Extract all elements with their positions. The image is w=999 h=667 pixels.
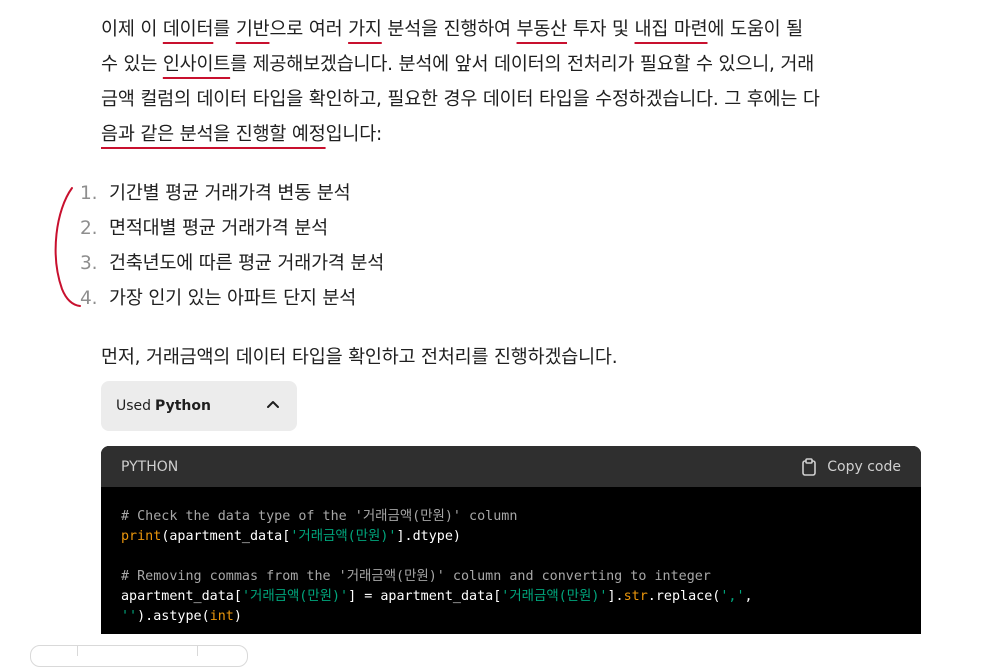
list-item: 4. 가장 인기 있는 아파트 단지 분석 xyxy=(80,281,384,316)
text-segment: 를 제공해보겠습니다. 분석에 앞서 데이터의 전처리가 필요할 수 있으니, … xyxy=(230,54,815,75)
used-label: Used xyxy=(116,398,152,414)
underlined-text: 음과 같은 분석을 진행할 예정 xyxy=(101,124,326,145)
list-text: 기간별 평균 거래가격 변동 분석 xyxy=(109,183,351,204)
underlined-text: 기반 xyxy=(235,19,270,40)
code-token: ) xyxy=(233,609,242,624)
code-line: '').astype(int) xyxy=(121,607,901,627)
code-token: ).astype( xyxy=(137,609,210,624)
code-line: # Removing commas from the '거래금액(만원)' co… xyxy=(121,567,901,587)
text-segment: 수 있는 xyxy=(101,54,163,75)
underlined-text: 가지 xyxy=(348,19,382,40)
code-line: apartment_data['거래금액(만원)'] = apartment_d… xyxy=(121,587,901,607)
text-segment: 입니다: xyxy=(325,124,383,145)
list-text: 가장 인기 있는 아파트 단지 분석 xyxy=(109,288,357,309)
used-python-toggle[interactable]: Used Python xyxy=(101,381,297,431)
code-token: (apartment_data[ xyxy=(161,529,291,544)
paragraph-line-4: 음과 같은 분석을 진행할 예정입니다: xyxy=(101,117,925,152)
list-text: 건축년도에 따른 평균 거래가격 분석 xyxy=(109,253,385,274)
code-language-label: PYTHON xyxy=(121,458,179,475)
code-token: .replace( xyxy=(647,589,721,604)
code-token: ] = apartment_data[ xyxy=(348,589,502,604)
text-segment: 투자 및 xyxy=(567,19,635,40)
text-segment: 에 도움이 될 xyxy=(707,19,804,40)
code-token: '' xyxy=(121,609,138,624)
underlined-text: 인사이트 xyxy=(162,54,231,75)
code-token: , xyxy=(744,589,753,604)
code-header: PYTHON Copy code xyxy=(101,446,921,487)
text-segment: 이제 이 xyxy=(101,19,163,40)
text-segment: 분석을 진행하여 xyxy=(381,19,517,40)
text-segment: 를 xyxy=(213,19,236,40)
list-text: 면적대별 평균 거래가격 분석 xyxy=(109,218,328,239)
clipboard-icon xyxy=(802,457,817,476)
code-block: PYTHON Copy code # Check the data type o… xyxy=(101,446,921,634)
code-token: str xyxy=(623,589,648,604)
code-token: # Check the data type of the '거래금액(만원)' … xyxy=(121,509,518,524)
code-token: print xyxy=(121,529,162,544)
message-actions-bar xyxy=(30,645,248,667)
code-token: '거래금액(만원)' xyxy=(241,589,349,604)
code-token: int xyxy=(209,609,234,624)
code-line: # Check the data type of the '거래금액(만원)' … xyxy=(121,507,901,527)
paragraph-line-1: 이제 이 데이터를 기반으로 여러 가지 분석을 진행하여 부동산 투자 및 내… xyxy=(101,12,925,47)
divider xyxy=(77,646,78,656)
list-number: 2. xyxy=(80,218,98,239)
chevron-up-icon xyxy=(267,401,279,408)
list-number: 4. xyxy=(80,288,98,309)
underlined-text: 내집 마련 xyxy=(634,19,708,40)
divider xyxy=(197,646,198,656)
assistant-message-paragraph: 이제 이 데이터를 기반으로 여러 가지 분석을 진행하여 부동산 투자 및 내… xyxy=(101,12,925,152)
code-token: '거래금액(만원)' xyxy=(290,529,397,544)
text-segment: 으로 여러 xyxy=(269,19,349,40)
code-token: # Removing commas from the '거래금액(만원)' co… xyxy=(121,569,711,584)
list-item: 1. 기간별 평균 거래가격 변동 분석 xyxy=(80,176,384,211)
python-label: Python xyxy=(155,398,211,414)
underlined-text: 부동산 xyxy=(516,19,568,40)
code-token: '거래금액(만원)' xyxy=(501,589,608,604)
code-token: ',' xyxy=(720,589,745,604)
list-number: 1. xyxy=(80,183,98,204)
list-item: 2. 면적대별 평균 거래가격 분석 xyxy=(80,211,384,246)
red-bracket-annotation xyxy=(54,187,81,307)
code-line: print(apartment_data['거래금액(만원)'].dtype) xyxy=(121,527,901,547)
code-token: ]. xyxy=(607,589,624,604)
copy-code-label: Copy code xyxy=(827,458,901,475)
paragraph-line-3: 금액 컬럼의 데이터 타입을 확인하고, 필요한 경우 데이터 타입을 수정하겠… xyxy=(101,82,925,117)
code-token: apartment_data[ xyxy=(121,589,242,604)
intro-text: 먼저, 거래금액의 데이터 타입을 확인하고 전처리를 진행하겠습니다. xyxy=(101,347,618,368)
list-item: 3. 건축년도에 따른 평균 거래가격 분석 xyxy=(80,246,384,281)
paragraph-line-2: 수 있는 인사이트를 제공해보겠습니다. 분석에 앞서 데이터의 전처리가 필요… xyxy=(101,47,925,82)
code-content: # Check the data type of the '거래금액(만원)' … xyxy=(101,487,921,627)
code-token: ].dtype) xyxy=(396,529,461,544)
analysis-list: 1. 기간별 평균 거래가격 변동 분석 2. 면적대별 평균 거래가격 분석 3.… xyxy=(80,176,384,316)
underlined-text: 데이터 xyxy=(162,19,214,40)
text-segment: 금액 컬럼의 데이터 타입을 확인하고, 필요한 경우 데이터 타입을 수정하겠… xyxy=(101,89,820,110)
list-number: 3. xyxy=(80,253,98,274)
copy-code-button[interactable]: Copy code xyxy=(801,457,901,476)
